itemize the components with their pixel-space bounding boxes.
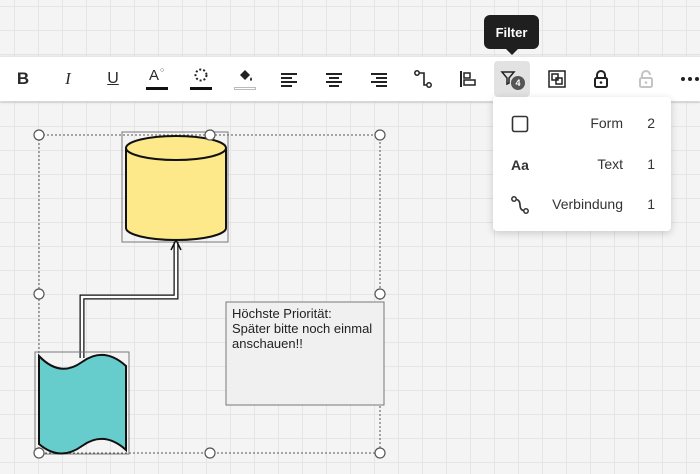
connection-style-button[interactable] — [405, 61, 441, 97]
selection-handle-bottom-right[interactable] — [374, 447, 386, 459]
selection-handle-top-center[interactable] — [204, 129, 216, 141]
unlock-icon — [639, 70, 653, 88]
filter-button[interactable]: 4 — [494, 61, 530, 97]
filter-item-text[interactable]: Aa Text 1 — [493, 144, 671, 184]
filter-item-label: Text — [597, 156, 623, 172]
paint-bucket-icon — [234, 67, 256, 91]
align-center-icon — [326, 73, 342, 87]
filter-dropdown: Form 2 Aa Text 1 Verbindung 1 — [493, 97, 671, 231]
connector-icon — [510, 195, 530, 215]
filter-item-verbindung[interactable]: Verbindung 1 — [493, 184, 671, 224]
filter-tooltip: Filter — [484, 15, 539, 55]
font-color-icon: A ○ — [146, 67, 168, 91]
formatting-toolbar: B I U A ○ 4 — [0, 56, 700, 101]
filter-item-count: 1 — [647, 156, 655, 172]
filter-count-badge: 4 — [511, 76, 525, 90]
square-icon — [510, 114, 530, 134]
fill-color-button[interactable] — [227, 61, 263, 97]
font-color-button[interactable]: A ○ — [139, 61, 175, 97]
dotted-circle-icon — [190, 67, 212, 91]
underline-icon: U — [107, 70, 119, 87]
filter-item-form[interactable]: Form 2 — [493, 103, 671, 143]
bold-icon: B — [16, 69, 30, 88]
align-right-button[interactable] — [361, 61, 397, 97]
more-button[interactable] — [672, 61, 700, 97]
align-objects-icon — [460, 71, 476, 87]
text-aa-icon: Aa — [511, 157, 529, 173]
align-center-button[interactable] — [316, 61, 352, 97]
document-shape[interactable] — [34, 351, 130, 455]
bold-button[interactable]: B — [5, 61, 41, 97]
underline-button[interactable]: U — [95, 61, 131, 97]
selection-handle-bottom-left[interactable] — [33, 447, 45, 459]
group-icon — [548, 70, 566, 88]
note-text[interactable]: Höchste Priorität: Später bitte noch ein… — [232, 306, 382, 351]
connector-line[interactable] — [79, 238, 182, 358]
align-left-button[interactable] — [271, 61, 307, 97]
lock-button[interactable] — [583, 61, 619, 97]
database-shape[interactable] — [121, 131, 229, 243]
filter-item-count: 1 — [647, 196, 655, 212]
selection-handle-middle-right[interactable] — [374, 288, 386, 300]
connector-icon — [414, 70, 432, 88]
more-icon — [681, 77, 699, 81]
selection-handle-middle-left[interactable] — [33, 288, 45, 300]
unlock-button[interactable] — [628, 61, 664, 97]
border-color-button[interactable] — [183, 61, 219, 97]
lock-icon — [594, 70, 608, 88]
selection-handle-bottom-center[interactable] — [204, 447, 216, 459]
group-button[interactable] — [539, 61, 575, 97]
filter-item-label: Verbindung — [552, 196, 623, 212]
align-right-icon — [371, 73, 387, 87]
italic-button[interactable]: I — [50, 61, 86, 97]
align-left-icon — [281, 73, 297, 87]
italic-icon: I — [65, 69, 71, 88]
filter-item-label: Form — [590, 115, 623, 131]
selection-handle-top-right[interactable] — [374, 129, 386, 141]
filter-item-count: 2 — [647, 115, 655, 131]
filter-icon: 4 — [500, 68, 525, 90]
arrange-button[interactable] — [450, 61, 486, 97]
selection-handle-top-left[interactable] — [33, 129, 45, 141]
